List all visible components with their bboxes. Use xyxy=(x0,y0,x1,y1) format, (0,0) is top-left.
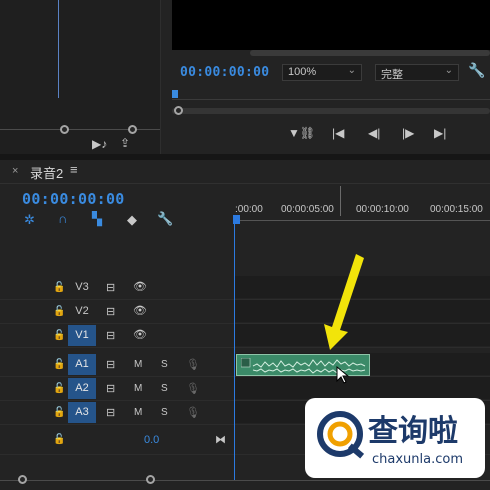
timeline-settings-wrench-icon[interactable]: 🔧 xyxy=(157,211,173,227)
lock-icon[interactable]: 🔓 xyxy=(53,306,65,317)
master-volume-value[interactable]: 0.0 xyxy=(144,434,159,446)
zoom-select[interactable]: 100% ⌄ xyxy=(282,64,362,81)
track-row-v1: 🔓 V1 ⊟ 👁 xyxy=(0,324,490,348)
watermark-text: 查询啦 xyxy=(368,414,458,449)
track-name[interactable]: A1 xyxy=(68,354,96,375)
sync-lock-icon[interactable]: ⊟ xyxy=(106,281,115,294)
timeline-playhead[interactable] xyxy=(234,217,235,481)
timeline-zoom-handle-right[interactable] xyxy=(146,475,155,484)
linked-selection-icon[interactable]: ▚ xyxy=(92,211,102,227)
source-zoom-handle-left[interactable] xyxy=(60,125,69,134)
zoom-value: 100% xyxy=(288,66,317,78)
program-monitor: 00:00:00:00 100% ⌄ 完整 ⌄ 🔧 ▼⛓ |◀ ◀| |▶ ▶| xyxy=(172,0,490,154)
insert-audio-icon[interactable]: ▶♪ xyxy=(92,137,107,151)
watermark-url: chaxunla.com xyxy=(372,452,463,467)
source-panel: ▶♪ ⇪ xyxy=(0,0,161,154)
lock-icon[interactable]: 🔓 xyxy=(53,359,65,370)
sync-lock-icon[interactable]: ⊟ xyxy=(106,305,115,318)
mouse-cursor-icon xyxy=(336,366,350,384)
add-marker-icon[interactable]: ◆ xyxy=(127,212,137,228)
timeline-timecode[interactable]: 00:00:00:00 xyxy=(22,190,125,208)
solo-button[interactable]: S xyxy=(161,407,168,418)
track-name[interactable]: V2 xyxy=(68,301,96,322)
eye-icon[interactable]: 👁 xyxy=(133,304,147,317)
track-name[interactable]: A2 xyxy=(68,378,96,399)
preview-scrollbar[interactable] xyxy=(250,50,490,56)
sync-lock-icon[interactable]: ⊟ xyxy=(106,406,115,419)
close-icon[interactable]: × xyxy=(12,165,18,177)
sync-lock-icon[interactable]: ⊟ xyxy=(106,358,115,371)
lock-icon[interactable]: 🔓 xyxy=(53,407,65,418)
go-to-end-icon[interactable]: ⧓ xyxy=(215,433,226,446)
sequence-tab[interactable]: 录音2 xyxy=(30,163,63,182)
settings-wrench-icon[interactable]: 🔧 xyxy=(468,62,485,79)
track-name[interactable]: V1 xyxy=(68,325,96,346)
eye-icon[interactable]: 👁 xyxy=(133,280,147,293)
monitor-zoom-bar[interactable] xyxy=(172,108,490,114)
track-row-v2: 🔓 V2 ⊟ 👁 xyxy=(0,300,490,324)
track-lane[interactable] xyxy=(234,377,490,399)
timeline-zoom-handle-left[interactable] xyxy=(18,475,27,484)
sync-lock-icon[interactable]: ⊟ xyxy=(106,329,115,342)
track-name[interactable]: V3 xyxy=(68,277,96,298)
monitor-zoom-handle[interactable] xyxy=(174,106,183,115)
monitor-timecode[interactable]: 00:00:00:00 xyxy=(180,65,269,80)
mute-button[interactable]: M xyxy=(134,383,142,394)
resolution-select[interactable]: 完整 ⌄ xyxy=(375,64,459,81)
chevron-down-icon: ⌄ xyxy=(347,65,356,76)
lock-icon[interactable]: 🔓 xyxy=(53,282,65,293)
sync-lock-icon[interactable]: ⊟ xyxy=(106,382,115,395)
lock-icon[interactable]: 🔓 xyxy=(53,330,65,341)
go-to-in-icon[interactable]: |◀ xyxy=(332,126,344,140)
track-row-v3: 🔓 V3 ⊟ 👁 xyxy=(0,276,490,300)
go-to-out-icon[interactable]: ▶| xyxy=(434,126,446,140)
timeline-tab-bar: × 录音2 ≡ xyxy=(0,160,490,184)
ruler-tick-label: 00:00:15:00 xyxy=(430,204,483,215)
mute-button[interactable]: M xyxy=(134,407,142,418)
ruler-marker-line xyxy=(340,186,341,216)
microphone-icon[interactable]: 🎙 xyxy=(186,382,200,395)
snap-magnet-icon[interactable]: ∩ xyxy=(58,211,67,226)
step-forward-icon[interactable]: |▶ xyxy=(402,126,414,140)
lift-extract-icon[interactable]: ▼⛓ xyxy=(288,126,315,140)
step-back-icon[interactable]: ◀| xyxy=(368,126,380,140)
nest-icon[interactable]: ✲ xyxy=(24,212,35,228)
eye-icon[interactable]: 👁 xyxy=(133,328,147,341)
ruler-tick-label: 00:00:10:00 xyxy=(356,204,409,215)
solo-button[interactable]: S xyxy=(161,383,168,394)
annotation-arrow xyxy=(324,254,364,350)
monitor-playhead[interactable] xyxy=(172,90,178,98)
timeline-zoom-track[interactable] xyxy=(0,480,490,481)
chevron-down-icon: ⌄ xyxy=(444,65,453,76)
panel-menu-icon[interactable]: ≡ xyxy=(70,162,78,177)
solo-button[interactable]: S xyxy=(161,359,168,370)
ruler-tick-label: :00:00 xyxy=(235,204,263,215)
lock-icon[interactable]: 🔓 xyxy=(53,383,65,394)
microphone-icon[interactable]: 🎙 xyxy=(186,358,200,371)
microphone-icon[interactable]: 🎙 xyxy=(186,406,200,419)
mute-button[interactable]: M xyxy=(134,359,142,370)
track-name[interactable]: A3 xyxy=(68,402,96,423)
monitor-ruler[interactable] xyxy=(172,99,490,100)
video-preview xyxy=(172,0,490,50)
source-playhead-line xyxy=(58,0,59,98)
lock-icon[interactable]: 🔓 xyxy=(53,434,65,445)
export-frame-icon[interactable]: ⇪ xyxy=(120,136,130,150)
watermark-logo-icon xyxy=(317,411,365,459)
source-zoom-handle-right[interactable] xyxy=(128,125,137,134)
time-ruler[interactable] xyxy=(234,220,490,221)
ruler-tick-label: 00:00:05:00 xyxy=(281,204,334,215)
resolution-value: 完整 xyxy=(381,69,403,81)
